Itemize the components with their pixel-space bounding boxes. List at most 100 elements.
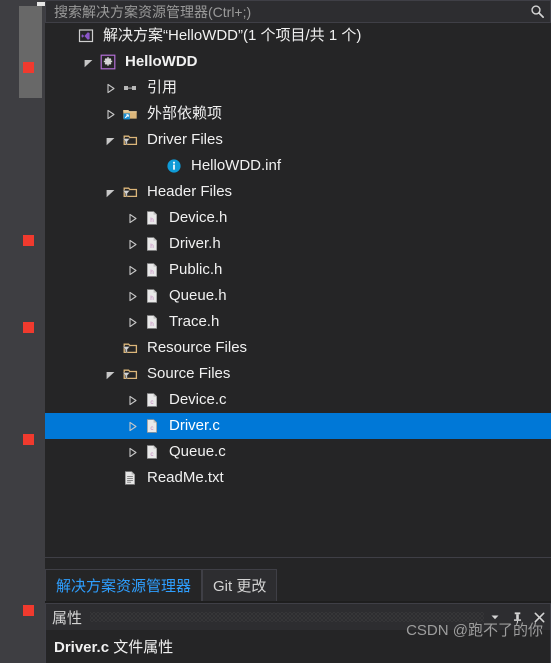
chevron-right-icon[interactable] bbox=[123, 309, 141, 335]
chevron-down-icon[interactable] bbox=[79, 49, 97, 75]
references-icon bbox=[119, 75, 141, 101]
indent-spacer bbox=[45, 179, 101, 205]
tree-item-project-hellowdd[interactable]: HelloWDD bbox=[45, 49, 551, 75]
tab-solution-explorer[interactable]: 解决方案资源管理器 bbox=[45, 569, 203, 601]
indent-spacer bbox=[45, 49, 79, 75]
properties-subtitle: Driver.c 文件属性 bbox=[46, 630, 550, 657]
expander-placeholder bbox=[101, 335, 119, 361]
tree-item-label: 引用 bbox=[147, 79, 178, 96]
properties-file-name: Driver.c bbox=[54, 639, 110, 656]
indent-spacer bbox=[45, 309, 123, 335]
tree-item-file-device-c[interactable]: c Device.c bbox=[45, 387, 551, 413]
tree-item-folder-driver-files[interactable]: Driver Files bbox=[45, 127, 551, 153]
header-file-icon: h bbox=[141, 231, 163, 257]
properties-pin-button[interactable] bbox=[506, 606, 528, 628]
header-file-icon: h bbox=[141, 309, 163, 335]
tree-item-file-driver-c[interactable]: c Driver.c bbox=[45, 413, 551, 439]
filter-folder-icon bbox=[119, 127, 141, 153]
chevron-right-icon[interactable] bbox=[101, 101, 119, 127]
indent-spacer bbox=[45, 23, 57, 49]
tab-label: 解决方案资源管理器 bbox=[56, 578, 192, 595]
properties-subtitle-suffix: 文件属性 bbox=[109, 639, 174, 656]
tree-item-label: Header Files bbox=[147, 183, 233, 200]
tree-item-label: Public.h bbox=[169, 261, 223, 278]
search-bar[interactable] bbox=[45, 0, 551, 23]
filter-folder-icon bbox=[119, 335, 141, 361]
tree-item-label: Device.c bbox=[169, 391, 227, 408]
tree-item-file-hellowdd-inf[interactable]: HelloWDD.inf bbox=[45, 153, 551, 179]
inf-file-icon bbox=[163, 153, 185, 179]
chevron-right-icon[interactable] bbox=[123, 257, 141, 283]
svg-text:h: h bbox=[150, 321, 154, 328]
scroll-marker[interactable] bbox=[23, 434, 34, 445]
chevron-right-icon[interactable] bbox=[123, 413, 141, 439]
tree-item-label: 解决方案“HelloWDD”(1 个项目/共 1 个) bbox=[103, 27, 362, 44]
chevron-right-icon[interactable] bbox=[123, 205, 141, 231]
expander-placeholder bbox=[57, 23, 75, 49]
search-icon[interactable] bbox=[524, 1, 550, 22]
tree-item-folder-header-files[interactable]: Header Files bbox=[45, 179, 551, 205]
chevron-right-icon[interactable] bbox=[123, 439, 141, 465]
chevron-right-icon[interactable] bbox=[123, 387, 141, 413]
vertical-scrollbar-thumb[interactable] bbox=[19, 6, 42, 98]
indent-spacer bbox=[45, 335, 101, 361]
tree-item-file-device-h[interactable]: h Device.h bbox=[45, 205, 551, 231]
indent-spacer bbox=[45, 101, 101, 127]
svg-text:h: h bbox=[150, 269, 154, 276]
chevron-right-icon[interactable] bbox=[123, 283, 141, 309]
source-file-icon: c bbox=[141, 413, 163, 439]
tree-item-file-queue-c[interactable]: c Queue.c bbox=[45, 439, 551, 465]
properties-title: 属性 bbox=[52, 609, 83, 627]
tree-item-label: HelloWDD.inf bbox=[191, 157, 282, 174]
tree-item-folder-resource-files[interactable]: Resource Files bbox=[45, 335, 551, 361]
scroll-map-margin[interactable] bbox=[0, 0, 48, 663]
properties-close-button[interactable] bbox=[528, 606, 550, 628]
tree-item-label: Queue.c bbox=[169, 443, 226, 460]
indent-spacer bbox=[45, 465, 101, 491]
source-file-icon: c bbox=[141, 387, 163, 413]
external-dependencies-icon bbox=[119, 101, 141, 127]
properties-title-bar: 属性 bbox=[46, 604, 550, 630]
filter-folder-icon bbox=[119, 361, 141, 387]
scroll-marker[interactable] bbox=[23, 235, 34, 246]
indent-spacer bbox=[45, 127, 101, 153]
indent-spacer bbox=[45, 75, 101, 101]
chevron-down-icon[interactable] bbox=[101, 127, 119, 153]
properties-gripper bbox=[90, 612, 484, 622]
tree-item-label: Queue.h bbox=[169, 287, 227, 304]
tree-item-label: HelloWDD bbox=[125, 53, 198, 70]
chevron-right-icon[interactable] bbox=[101, 75, 119, 101]
scroll-marker[interactable] bbox=[23, 62, 34, 73]
indent-spacer bbox=[45, 231, 123, 257]
tool-window-tab-strip[interactable]: 解决方案资源管理器 Git 更改 bbox=[45, 557, 551, 601]
tree-item-external-dependencies[interactable]: 外部依赖项 bbox=[45, 101, 551, 127]
indent-spacer bbox=[45, 153, 145, 179]
indent-spacer bbox=[45, 439, 123, 465]
tree-item-folder-source-files[interactable]: Source Files bbox=[45, 361, 551, 387]
tree-item-references[interactable]: 引用 bbox=[45, 75, 551, 101]
tree-item-file-readme-txt[interactable]: ReadMe.txt bbox=[45, 465, 551, 491]
chevron-down-icon[interactable] bbox=[101, 361, 119, 387]
tree-item-label: Driver Files bbox=[147, 131, 223, 148]
properties-dropdown-button[interactable] bbox=[484, 606, 506, 628]
indent-spacer bbox=[45, 361, 101, 387]
indent-spacer bbox=[45, 257, 123, 283]
svg-text:h: h bbox=[150, 217, 154, 224]
tree-item-file-queue-h[interactable]: h Queue.h bbox=[45, 283, 551, 309]
source-file-icon: c bbox=[141, 439, 163, 465]
tree-item-file-trace-h[interactable]: h Trace.h bbox=[45, 309, 551, 335]
scroll-marker[interactable] bbox=[23, 605, 34, 616]
tree-item-solution[interactable]: 解决方案“HelloWDD”(1 个项目/共 1 个) bbox=[45, 23, 551, 49]
chevron-right-icon[interactable] bbox=[123, 231, 141, 257]
tab-git-changes[interactable]: Git 更改 bbox=[202, 569, 278, 601]
tree-item-file-driver-h[interactable]: h Driver.h bbox=[45, 231, 551, 257]
svg-text:h: h bbox=[150, 295, 154, 302]
tree-item-file-public-h[interactable]: h Public.h bbox=[45, 257, 551, 283]
solution-explorer-tree[interactable]: 解决方案“HelloWDD”(1 个项目/共 1 个) HelloWDD 引用 … bbox=[45, 23, 551, 557]
scroll-marker[interactable] bbox=[23, 322, 34, 333]
header-file-icon: h bbox=[141, 283, 163, 309]
filter-folder-icon bbox=[119, 179, 141, 205]
search-input[interactable] bbox=[46, 1, 524, 22]
indent-spacer bbox=[45, 413, 123, 439]
chevron-down-icon[interactable] bbox=[101, 179, 119, 205]
